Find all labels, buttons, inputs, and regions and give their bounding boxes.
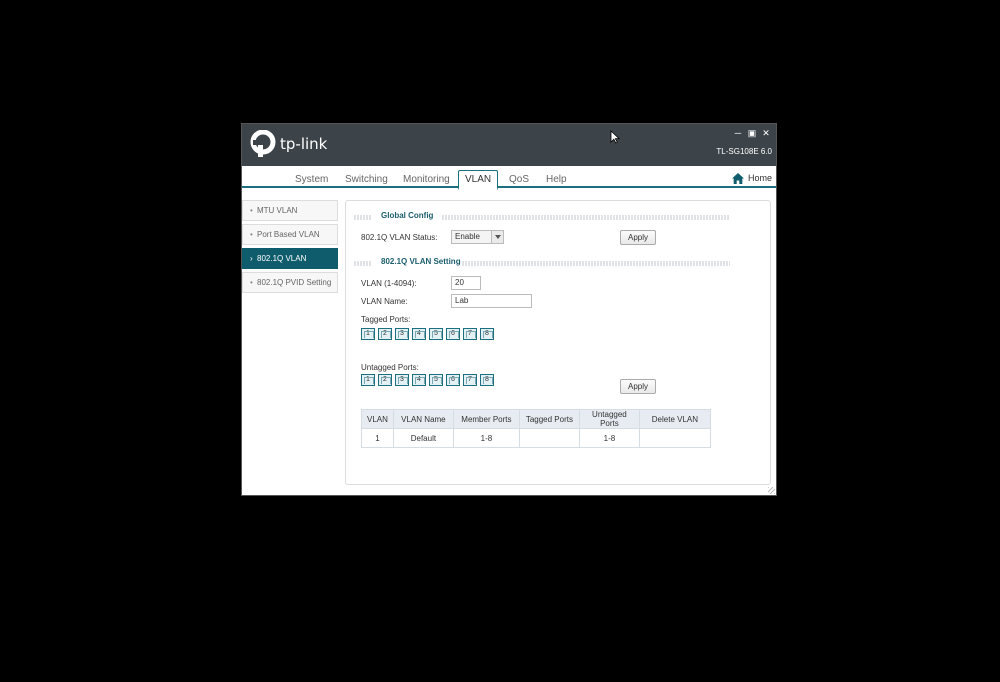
tagged-port-4-checkbox[interactable]: 4 [412,328,426,340]
column-header: Untagged Ports [578,409,640,429]
vlan-setting-header: 802.1Q VLAN Setting [354,257,730,269]
tab-vlan[interactable]: VLAN [458,170,499,190]
section-divider [462,261,730,266]
column-header: Delete VLAN [638,409,711,429]
untagged-port-1-checkbox[interactable]: 1 [361,374,375,386]
table-cell: 1-8 [452,428,520,448]
tab-help[interactable]: Help [540,171,573,188]
sidebar-item-label: 802.1Q PVID Setting [257,278,332,287]
vlan-status-value: Enable [455,232,480,241]
vlan-id-input[interactable]: 20 [451,276,481,290]
sidebar-item-label: 802.1Q VLAN [257,254,307,263]
top-nav: System Switching Monitoring VLAN QoS Hel… [242,166,776,190]
untagged-port-6-checkbox[interactable]: 6 [446,374,460,386]
vlan-status-label: 802.1Q VLAN Status: [361,233,438,242]
untagged-port-5-checkbox[interactable]: 5 [429,374,443,386]
untagged-port-3-checkbox[interactable]: 3 [395,374,409,386]
tagged-ports-group: 1 2 3 4 5 6 7 8 [361,328,497,340]
tagged-port-6-checkbox[interactable]: 6 [446,328,460,340]
home-icon [731,172,744,184]
column-header: VLAN [361,409,394,429]
tab-switching[interactable]: Switching [339,171,394,188]
mouse-cursor-icon [610,130,620,144]
tab-monitoring[interactable]: Monitoring [397,171,456,188]
tagged-ports-label: Tagged Ports: [361,315,411,324]
title-bar: tp-link ─ ▣ ✕ TL-SG108E 6.0 [242,124,776,166]
section-divider [354,215,372,220]
untagged-port-8-checkbox[interactable]: 8 [480,374,494,386]
device-model: TL-SG108E 6.0 [716,147,772,156]
bullet-icon: • [250,230,253,239]
sidebar-item-label: MTU VLAN [257,206,298,215]
sidebar-item-label: Port Based VLAN [257,230,320,239]
maximize-icon[interactable]: ▣ [746,127,758,139]
column-header: VLAN Name [392,409,454,429]
tp-link-logo-icon [250,130,276,157]
content-panel: Global Config 802.1Q VLAN Status: Enable… [345,200,771,485]
global-config-header: Global Config [354,211,730,223]
sidebar-item-mtu-vlan[interactable]: • MTU VLAN [242,200,338,221]
minimize-icon[interactable]: ─ [732,127,744,139]
tagged-port-1-checkbox[interactable]: 1 [361,328,375,340]
vlan-apply-button[interactable]: Apply [620,379,656,394]
vlan-status-select[interactable]: Enable [451,230,504,244]
column-header: Member Ports [452,409,520,429]
untagged-ports-group: 1 2 3 4 5 6 7 8 [361,374,497,386]
vlan-name-label: VLAN Name: [361,297,408,306]
table-header-row: VLAN VLAN Name Member Ports Tagged Ports… [361,409,711,429]
resize-grip[interactable] [768,487,775,494]
tagged-port-7-checkbox[interactable]: 7 [463,328,477,340]
sidebar-item-8021q-vlan[interactable]: › 802.1Q VLAN [242,248,338,269]
global-apply-button[interactable]: Apply [620,230,656,245]
table-row: 1 Default 1-8 1-8 [361,428,711,448]
section-title: 802.1Q VLAN Setting [381,257,461,266]
home-link[interactable]: Home [731,171,772,185]
bullet-icon: • [250,278,253,287]
untagged-port-4-checkbox[interactable]: 4 [412,374,426,386]
vlan-name-input[interactable]: Lab [451,294,532,308]
column-header: Tagged Ports [518,409,580,429]
logo-text: tp-link [280,135,328,153]
tagged-port-8-checkbox[interactable]: 8 [480,328,494,340]
untagged-port-2-checkbox[interactable]: 2 [378,374,392,386]
table-cell: 1 [361,428,394,448]
table-cell [638,428,711,448]
section-divider [354,261,372,266]
home-label: Home [747,173,772,183]
table-cell: Default [392,428,454,448]
vlan-table: VLAN VLAN Name Member Ports Tagged Ports… [361,409,711,448]
bullet-icon: • [250,206,253,215]
untagged-port-7-checkbox[interactable]: 7 [463,374,477,386]
untagged-ports-label: Untagged Ports: [361,363,419,372]
app-window: tp-link ─ ▣ ✕ TL-SG108E 6.0 System Switc… [241,123,777,496]
sidebar-item-pvid-setting[interactable]: • 802.1Q PVID Setting [242,272,338,293]
table-cell [518,428,580,448]
tagged-port-5-checkbox[interactable]: 5 [429,328,443,340]
section-title: Global Config [381,211,434,220]
table-cell: 1-8 [578,428,640,448]
tagged-port-2-checkbox[interactable]: 2 [378,328,392,340]
tagged-port-3-checkbox[interactable]: 3 [395,328,409,340]
chevron-down-icon[interactable] [491,231,503,243]
chevron-right-icon: › [250,254,253,263]
close-icon[interactable]: ✕ [760,127,772,139]
tp-link-logo: tp-link [249,130,327,158]
desktop-background: tp-link ─ ▣ ✕ TL-SG108E 6.0 System Switc… [0,0,1000,682]
tab-qos[interactable]: QoS [503,171,535,188]
vlan-id-label: VLAN (1-4094): [361,279,417,288]
sidebar-item-port-based-vlan[interactable]: • Port Based VLAN [242,224,338,245]
section-divider [442,215,730,220]
tab-system[interactable]: System [289,171,334,188]
sidebar: • MTU VLAN • Port Based VLAN › 802.1Q VLAN … [242,200,338,296]
